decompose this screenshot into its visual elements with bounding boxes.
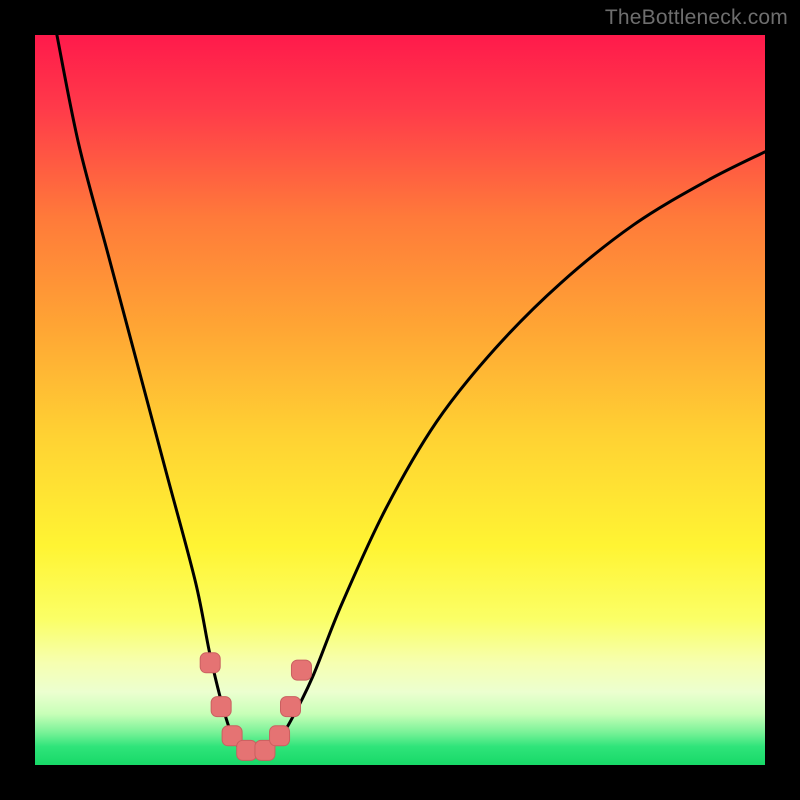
plot-area [35, 35, 765, 765]
curve-marker [237, 740, 257, 760]
marker-group [200, 653, 311, 761]
bottleneck-curve [57, 35, 765, 751]
watermark-text: TheBottleneck.com [605, 6, 788, 30]
curve-marker [211, 697, 231, 717]
curve-marker [291, 660, 311, 680]
curve-marker [270, 726, 290, 746]
curve-layer [35, 35, 765, 765]
chart-frame: TheBottleneck.com [0, 0, 800, 800]
curve-marker [200, 653, 220, 673]
curve-marker [281, 697, 301, 717]
